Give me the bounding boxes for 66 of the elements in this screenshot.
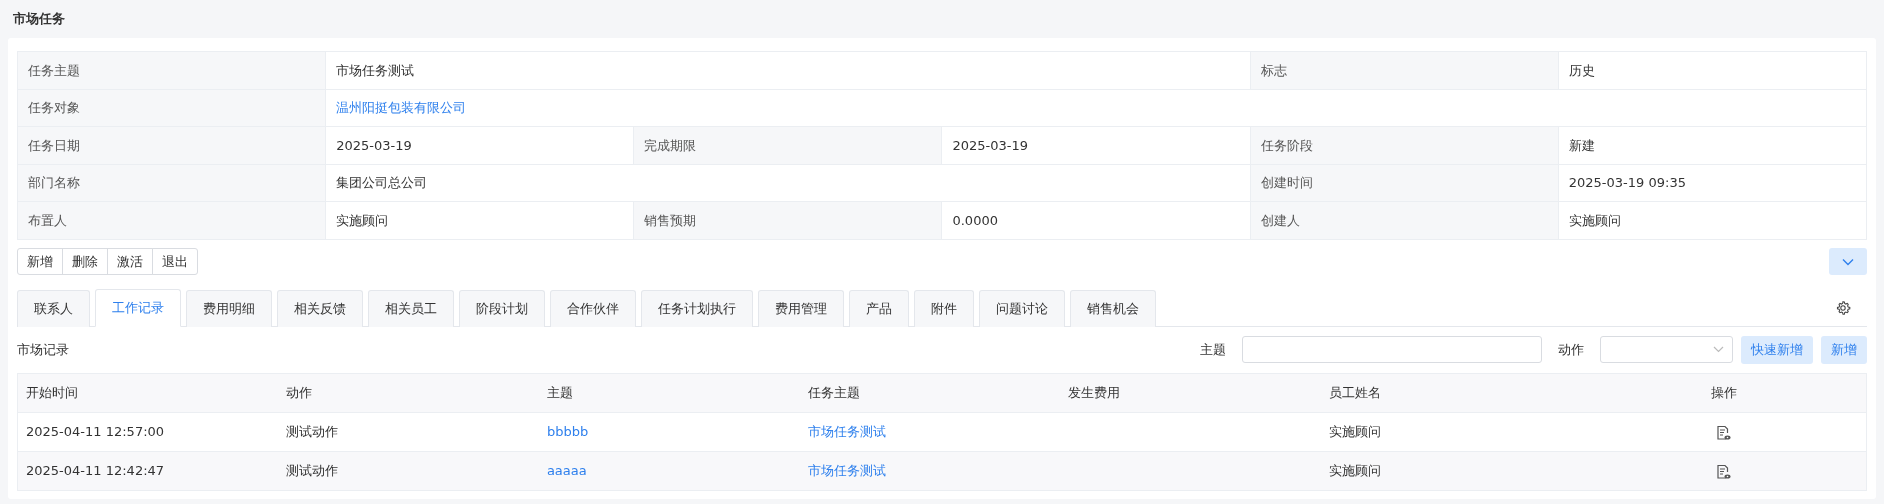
- column-header: 发生费用: [1060, 373, 1321, 413]
- chevron-down-icon: [1842, 257, 1854, 266]
- subject-link[interactable]: bbbbb: [546, 424, 589, 440]
- section-title: 市场记录: [17, 341, 69, 360]
- table-cell: 2025-04-11 12:42:47: [26, 463, 165, 479]
- field-value: 历史: [1568, 62, 1595, 78]
- task-link[interactable]: 市场任务测试: [807, 424, 886, 440]
- tab[interactable]: 费用明细: [186, 290, 272, 327]
- field-value: 2025-03-19: [952, 137, 1029, 153]
- action-button[interactable]: 删除: [62, 247, 108, 276]
- column-header: 主题: [538, 373, 800, 413]
- column-header: 任务主题: [799, 373, 1061, 413]
- tab[interactable]: 附件: [914, 290, 974, 327]
- field-label: 销售预期: [644, 212, 697, 228]
- field-value: 0.0000: [952, 212, 998, 228]
- view-document-icon[interactable]: [1716, 463, 1732, 480]
- tab[interactable]: 工作记录: [95, 289, 181, 327]
- tab[interactable]: 阶段计划: [459, 290, 545, 327]
- subject-link[interactable]: aaaaa: [546, 463, 587, 479]
- field-value: 实施顾问: [1568, 212, 1621, 228]
- table-cell: 测试动作: [286, 424, 339, 440]
- tab[interactable]: 联系人: [17, 290, 90, 327]
- tab[interactable]: 问题讨论: [979, 290, 1065, 327]
- field-label: 任务日期: [28, 137, 80, 153]
- field-label: 任务主题: [28, 62, 80, 78]
- field-label: 完成期限: [644, 137, 697, 153]
- field-value: 市场任务测试: [336, 62, 415, 78]
- table-cell: 2025-04-11 12:57:00: [26, 424, 165, 440]
- field-label: 标志: [1260, 62, 1287, 78]
- action-button[interactable]: 激活: [107, 247, 153, 276]
- column-header: 动作: [278, 373, 539, 413]
- tab[interactable]: 相关反馈: [277, 290, 363, 327]
- field-value: 新建: [1568, 137, 1595, 153]
- table-cell: 实施顾问: [1329, 424, 1381, 440]
- field-label: 部门名称: [28, 175, 80, 191]
- filter-label: 主题: [1200, 341, 1226, 360]
- field-value: 2025-03-19: [336, 137, 412, 153]
- tab[interactable]: 产品: [849, 290, 909, 327]
- subject-field[interactable]: [1242, 336, 1542, 364]
- caret-icon: [1713, 346, 1724, 354]
- filter-label: 动作: [1558, 341, 1584, 360]
- column-header: 操作: [1581, 373, 1867, 413]
- column-header: 员工姓名: [1321, 373, 1582, 413]
- table-cell: 测试动作: [286, 463, 339, 479]
- company-link[interactable]: 温州阳挺包装有限公司: [336, 100, 467, 116]
- task-link[interactable]: 市场任务测试: [807, 463, 886, 479]
- field-value: 集团公司总公司: [336, 175, 428, 191]
- column-header: 开始时间: [17, 373, 279, 413]
- tab[interactable]: 费用管理: [758, 290, 844, 327]
- page-title: 市场任务: [13, 10, 65, 29]
- field-label: 任务对象: [28, 100, 80, 116]
- tab[interactable]: 相关员工: [368, 290, 454, 327]
- action-button[interactable]: 新增: [17, 247, 63, 276]
- tab[interactable]: 合作伙伴: [550, 290, 636, 327]
- table-cell: 实施顾问: [1329, 463, 1381, 479]
- view-document-icon[interactable]: [1716, 424, 1732, 441]
- field-label: 任务阶段: [1260, 137, 1313, 153]
- field-value: 2025-03-19 09:35: [1568, 175, 1686, 191]
- field-label: 创建时间: [1260, 175, 1313, 191]
- tab[interactable]: 销售机会: [1070, 290, 1156, 327]
- field-label: 布置人: [28, 212, 67, 228]
- settings-icon[interactable]: [1835, 299, 1851, 316]
- field-value: 实施顾问: [336, 212, 389, 228]
- tab[interactable]: 任务计划执行: [641, 290, 753, 327]
- action-button[interactable]: 退出: [152, 247, 198, 276]
- field-label: 创建人: [1260, 212, 1300, 228]
